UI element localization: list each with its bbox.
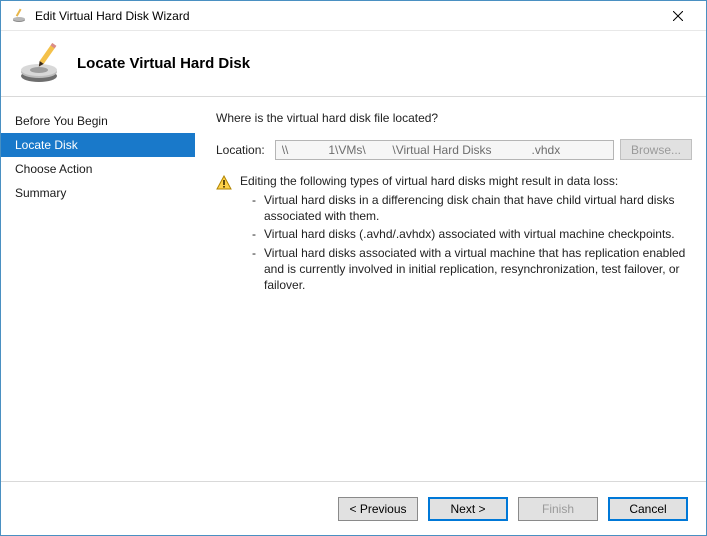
- sidebar-item-choose-action[interactable]: Choose Action: [1, 157, 195, 181]
- wizard-body: Before You Begin Locate Disk Choose Acti…: [1, 97, 706, 481]
- sidebar-item-before-you-begin[interactable]: Before You Begin: [1, 109, 195, 133]
- warning-bullet: Virtual hard disks associated with a vir…: [252, 245, 692, 294]
- next-button[interactable]: Next >: [428, 497, 508, 521]
- close-button[interactable]: [658, 2, 698, 30]
- wizard-content: Where is the virtual hard disk file loca…: [196, 97, 706, 481]
- location-row: Location: Browse...: [216, 139, 692, 160]
- cancel-button[interactable]: Cancel: [608, 497, 688, 521]
- sidebar-item-locate-disk[interactable]: Locate Disk: [1, 133, 195, 157]
- previous-button[interactable]: < Previous: [338, 497, 418, 521]
- finish-button: Finish: [518, 497, 598, 521]
- sidebar-item-summary[interactable]: Summary: [1, 181, 195, 205]
- warning-bullet: Virtual hard disks (.avhd/.avhdx) associ…: [252, 226, 692, 242]
- warning-block: Editing the following types of virtual h…: [216, 174, 692, 295]
- warning-body: Editing the following types of virtual h…: [240, 174, 692, 295]
- warning-lead: Editing the following types of virtual h…: [240, 174, 692, 188]
- wizard-header: Locate Virtual Hard Disk: [1, 31, 706, 97]
- warning-bullets: Virtual hard disks in a differencing dis…: [240, 192, 692, 293]
- location-label: Location:: [216, 143, 265, 157]
- wizard-steps-sidebar: Before You Begin Locate Disk Choose Acti…: [1, 97, 196, 481]
- wizard-footer: < Previous Next > Finish Cancel: [1, 481, 706, 535]
- app-icon: [11, 8, 27, 24]
- prompt-text: Where is the virtual hard disk file loca…: [216, 111, 692, 125]
- title-bar: Edit Virtual Hard Disk Wizard: [1, 1, 706, 31]
- disk-pencil-icon: [17, 40, 65, 88]
- warning-bullet: Virtual hard disks in a differencing dis…: [252, 192, 692, 224]
- window-title: Edit Virtual Hard Disk Wizard: [35, 9, 190, 23]
- page-title: Locate Virtual Hard Disk: [77, 55, 250, 72]
- location-input[interactable]: [275, 140, 614, 160]
- browse-button: Browse...: [620, 139, 692, 160]
- warning-icon: [216, 175, 232, 191]
